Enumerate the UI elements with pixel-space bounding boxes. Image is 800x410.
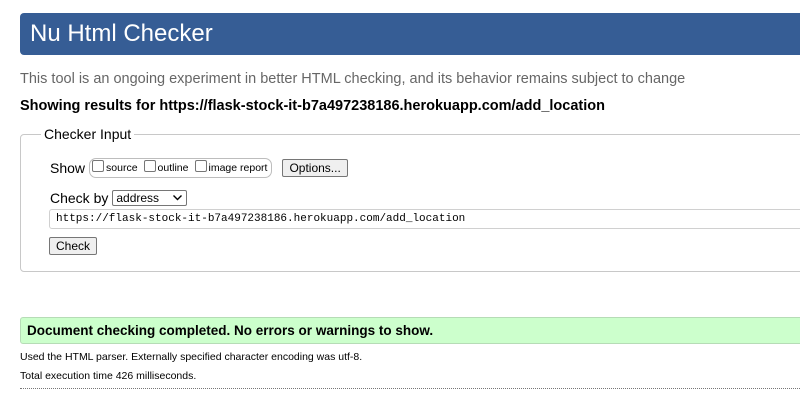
outline-label: outline [157, 162, 189, 174]
success-message: Document checking completed. No errors o… [20, 317, 800, 344]
option-outline[interactable]: outline [143, 160, 189, 174]
show-options-group: source outline image report [89, 158, 273, 178]
outline-checkbox[interactable] [143, 160, 156, 172]
dotted-divider [20, 388, 800, 389]
chevron-down-icon [173, 193, 183, 203]
check-by-row: Check by address [50, 190, 188, 206]
checker-input-legend: Checker Input [44, 126, 132, 142]
image-report-checkbox[interactable] [194, 160, 207, 172]
image-report-label: image report [208, 162, 268, 174]
show-options-row: Show source outline image report Options… [50, 158, 348, 178]
showing-results-heading: Showing results for https://flask-stock-… [20, 98, 605, 114]
page-title: Nu Html Checker [30, 20, 213, 47]
check-button[interactable]: Check [49, 237, 98, 255]
url-input[interactable]: https://flask-stock-it-b7a497238186.hero… [49, 209, 800, 229]
option-source[interactable]: source [92, 160, 138, 174]
url-input-value: https://flask-stock-it-b7a497238186.hero… [56, 213, 466, 225]
check-by-label: Check by [50, 190, 109, 206]
option-image-report[interactable]: image report [194, 160, 268, 174]
check-by-select[interactable]: address [112, 190, 188, 206]
app-header: Nu Html Checker [20, 13, 800, 55]
options-button[interactable]: Options... [282, 159, 348, 177]
check-by-selected-value: address [116, 191, 160, 205]
parser-note: Used the HTML parser. Externally specifi… [20, 351, 363, 363]
tagline: This tool is an ongoing experiment in be… [20, 71, 686, 87]
execution-time: Total execution time 426 milliseconds. [20, 370, 197, 382]
source-checkbox[interactable] [92, 160, 105, 172]
source-label: source [106, 162, 138, 174]
show-label: Show [50, 160, 86, 176]
